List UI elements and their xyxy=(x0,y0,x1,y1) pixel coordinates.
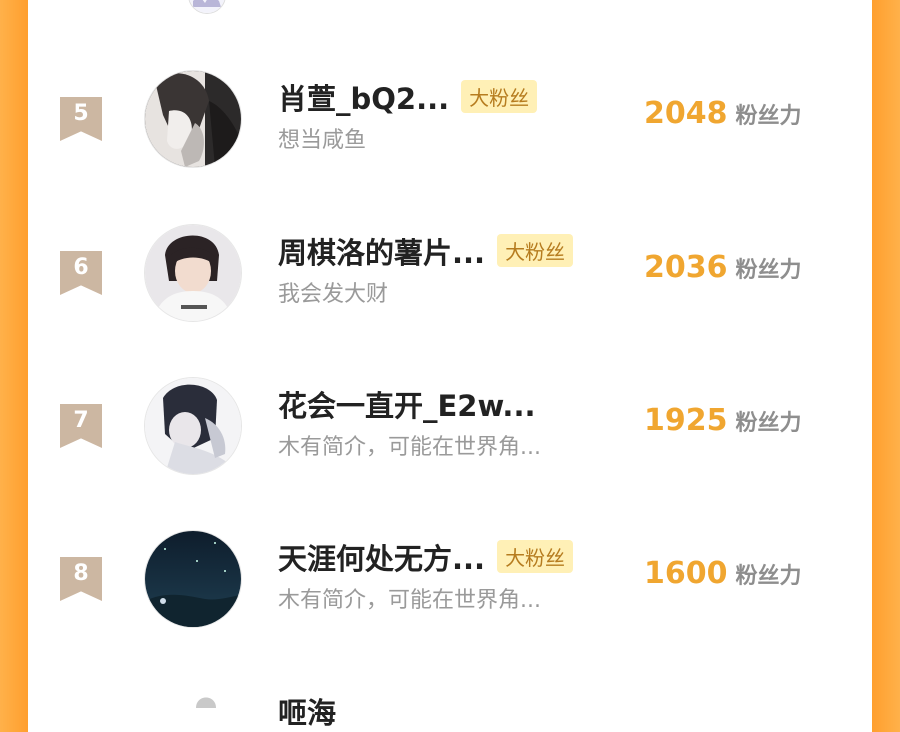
user-bio: 我会发大财 xyxy=(278,282,389,307)
rank-badge: 7 xyxy=(60,404,102,448)
avatar[interactable] xyxy=(144,224,242,322)
user-name-text: 周棋洛的薯片... xyxy=(278,236,486,270)
ranking-panel: 5 肖萱_bQ2... 大粉丝 想当咸鱼 2048 粉丝力 6 周棋洛的薯片..… xyxy=(28,0,872,730)
user-name-text: 花会一直开_E2w... xyxy=(278,389,536,423)
fan-power-unit: 粉丝力 xyxy=(735,564,802,589)
rank-badge: 6 xyxy=(60,251,102,295)
user-name-text: 天涯何处无方... xyxy=(278,542,486,576)
user-name-text: 肖萱_bQ2... xyxy=(278,82,450,116)
user-name[interactable]: 天涯何处无方... 大粉丝 xyxy=(278,536,574,578)
avatar-soft-portrait-icon xyxy=(145,378,241,474)
fan-level-badge: 大粉丝 xyxy=(497,234,574,267)
avatar-dark-portrait-icon xyxy=(145,71,241,167)
fan-power-value: 1600 xyxy=(644,556,728,591)
list-item[interactable]: 8 天涯何处无方... 大粉丝 木有简介，可能在世界角... 1600 粉丝力 xyxy=(28,530,872,640)
list-item[interactable]: 7 花会一直开_E2w... 木有简介，可能在世界角... 1925 粉丝力 xyxy=(28,377,872,487)
avatar[interactable] xyxy=(144,377,242,475)
fan-power: 1925 粉丝力 xyxy=(644,403,802,438)
list-item[interactable]: 5 肖萱_bQ2... 大粉丝 想当咸鱼 2048 粉丝力 xyxy=(28,70,872,180)
fan-power-unit: 粉丝力 xyxy=(735,104,802,129)
previous-avatar-partial[interactable] xyxy=(188,0,226,14)
list-item[interactable]: 6 周棋洛的薯片... 大粉丝 我会发大财 2036 粉丝力 xyxy=(28,224,872,334)
fan-power-unit: 粉丝力 xyxy=(735,411,802,436)
user-name[interactable]: 肖萱_bQ2... 大粉丝 xyxy=(278,76,538,118)
fan-power-unit: 粉丝力 xyxy=(735,258,802,283)
avatar[interactable] xyxy=(144,70,242,168)
fan-level-badge: 大粉丝 xyxy=(497,540,574,573)
fan-power-value: 1925 xyxy=(644,403,728,438)
next-avatar-partial[interactable] xyxy=(188,688,224,724)
fan-power-value: 2036 xyxy=(644,250,728,285)
next-user-name-partial[interactable]: 咂海 xyxy=(278,690,336,732)
fan-power: 1600 粉丝力 xyxy=(644,556,802,591)
rank-badge: 8 xyxy=(60,557,102,601)
fan-power: 2036 粉丝力 xyxy=(644,250,802,285)
avatar-night-sky-icon xyxy=(145,531,241,627)
fan-level-badge: 大粉丝 xyxy=(461,80,538,113)
avatar[interactable] xyxy=(144,530,242,628)
user-bio: 木有简介，可能在世界角... xyxy=(278,435,541,460)
fan-power: 2048 粉丝力 xyxy=(644,96,802,131)
user-name[interactable]: 花会一直开_E2w... xyxy=(278,383,535,425)
rank-badge: 5 xyxy=(60,97,102,141)
user-bio: 木有简介，可能在世界角... xyxy=(278,588,541,613)
user-bio: 想当咸鱼 xyxy=(278,128,367,153)
user-name[interactable]: 周棋洛的薯片... 大粉丝 xyxy=(278,230,574,272)
avatar-selfie-icon xyxy=(145,225,241,321)
fan-power-value: 2048 xyxy=(644,96,728,131)
